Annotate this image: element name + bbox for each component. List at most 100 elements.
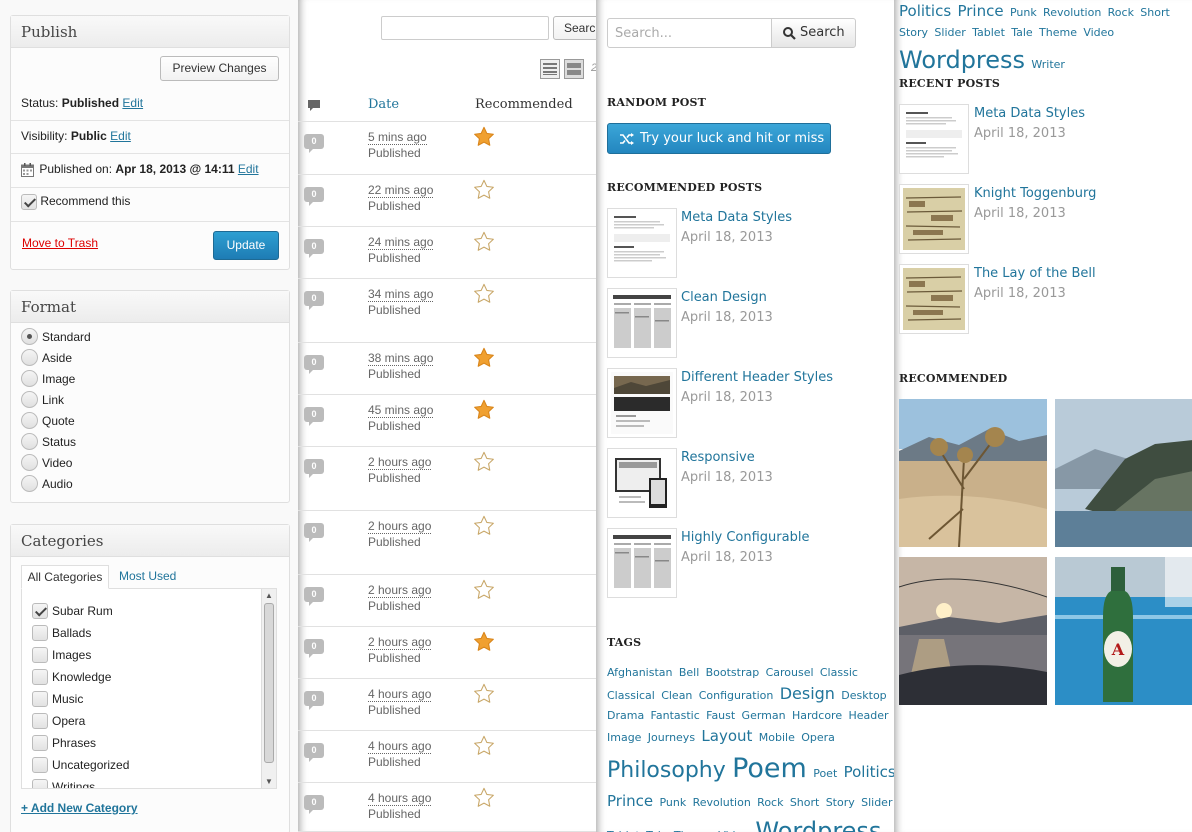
recommended-post-thumbnail[interactable] (607, 528, 677, 598)
comment-count-icon[interactable]: 0 (304, 523, 324, 542)
recommended-post-title[interactable]: Meta Data Styles (681, 210, 792, 225)
visibility-edit-link[interactable]: Edit (110, 129, 131, 143)
tab-all-categories[interactable]: All Categories (21, 565, 109, 589)
tag-link[interactable]: Poem (732, 753, 807, 784)
format-radio[interactable] (21, 328, 38, 346)
tag-link[interactable]: Bootstrap (706, 666, 760, 679)
tag-link[interactable]: Wordpress (755, 817, 881, 832)
comment-count-icon[interactable]: 0 (304, 691, 324, 710)
category-item[interactable]: Writings (32, 777, 95, 788)
category-item[interactable]: Music (32, 689, 83, 709)
tag-link[interactable]: Tale (1011, 26, 1032, 39)
format-option-image[interactable]: Image (21, 369, 75, 389)
tag-link[interactable]: Mobile (759, 731, 795, 744)
tag-link[interactable]: Politics (844, 763, 894, 781)
category-checkbox[interactable] (32, 646, 48, 663)
recent-post-title[interactable]: Knight Toggenburg (974, 186, 1096, 201)
tag-link[interactable]: Tablet (972, 26, 1005, 39)
recommended-photo-bottle[interactable]: A (1055, 557, 1192, 705)
recommended-photo-coast[interactable] (1055, 399, 1192, 547)
tag-link[interactable]: Design (780, 684, 835, 703)
star-empty-icon[interactable] (473, 179, 497, 203)
category-checkbox[interactable] (32, 602, 48, 619)
comment-count-icon[interactable]: 0 (304, 187, 324, 206)
star-empty-icon[interactable] (473, 515, 497, 539)
format-radio[interactable] (21, 454, 38, 472)
star-filled-icon[interactable] (473, 347, 497, 371)
category-item[interactable]: Knowledge (32, 667, 111, 687)
date-column-header[interactable]: Date (368, 97, 399, 112)
published-on-edit-link[interactable]: Edit (238, 162, 259, 176)
recommended-post-title[interactable]: Responsive (681, 450, 755, 465)
tag-link[interactable]: Carousel (766, 666, 814, 679)
format-radio[interactable] (21, 412, 38, 430)
star-filled-icon[interactable] (473, 399, 497, 423)
tag-link[interactable]: Afghanistan (607, 666, 672, 679)
widget-search-button[interactable]: Search (771, 18, 856, 48)
tag-link[interactable]: Image (607, 731, 641, 744)
checklist-scrollbar[interactable]: ▲ ▼ (261, 589, 276, 788)
tag-link[interactable]: Rock (757, 796, 783, 809)
tag-link[interactable]: Journeys (648, 731, 695, 744)
recommended-post-title[interactable]: Clean Design (681, 290, 767, 305)
star-empty-icon[interactable] (473, 735, 497, 759)
random-post-button[interactable]: Try your luck and hit or miss (607, 123, 831, 154)
tag-link[interactable]: Writer (1031, 58, 1065, 71)
comment-count-icon[interactable]: 0 (304, 743, 324, 762)
recommended-post-thumbnail[interactable] (607, 288, 677, 358)
format-radio[interactable] (21, 475, 38, 493)
format-option-quote[interactable]: Quote (21, 411, 75, 431)
category-item[interactable]: Opera (32, 711, 85, 731)
comment-count-icon[interactable]: 0 (304, 459, 324, 478)
category-checkbox[interactable] (32, 734, 48, 751)
category-checkbox[interactable] (32, 778, 48, 788)
recommended-post-title[interactable]: Highly Configurable (681, 530, 809, 545)
tag-link[interactable]: Rock (1108, 6, 1134, 19)
star-empty-icon[interactable] (473, 579, 497, 603)
category-item[interactable]: Uncategorized (32, 755, 129, 775)
update-button[interactable]: Update (213, 231, 279, 260)
tag-link[interactable]: German (742, 709, 786, 722)
format-radio[interactable] (21, 433, 38, 451)
format-option-status[interactable]: Status (21, 432, 76, 452)
tag-link[interactable]: Configuration (699, 689, 774, 702)
comment-count-icon[interactable]: 0 (304, 355, 324, 374)
tag-link[interactable]: Wordpress (899, 46, 1025, 74)
star-empty-icon[interactable] (473, 683, 497, 707)
star-filled-icon[interactable] (473, 126, 497, 150)
tag-link[interactable]: Drama (607, 709, 644, 722)
comment-count-icon[interactable]: 0 (304, 239, 324, 258)
star-filled-icon[interactable] (473, 631, 497, 655)
format-option-video[interactable]: Video (21, 453, 72, 473)
recommended-post-thumbnail[interactable] (607, 368, 677, 438)
comment-count-icon[interactable]: 0 (304, 639, 324, 658)
recommended-photo-thistle[interactable] (899, 399, 1047, 547)
comment-count-icon[interactable]: 0 (304, 134, 324, 153)
category-checkbox[interactable] (32, 712, 48, 729)
tag-link[interactable]: Philosophy (607, 758, 726, 783)
tag-link[interactable]: Story (826, 796, 855, 809)
recent-post-title[interactable]: Meta Data Styles (974, 106, 1085, 121)
tag-link[interactable]: Clean (661, 689, 692, 702)
category-item[interactable]: Ballads (32, 623, 91, 643)
category-checkbox[interactable] (32, 624, 48, 641)
recommended-post-thumbnail[interactable] (607, 448, 677, 518)
comment-count-icon[interactable]: 0 (304, 795, 324, 814)
tag-link[interactable]: Desktop (841, 689, 886, 702)
tag-link[interactable]: Opera (801, 731, 835, 744)
recommended-post-title[interactable]: Different Header Styles (681, 370, 833, 385)
tag-link[interactable]: Revolution (1043, 6, 1101, 19)
status-edit-link[interactable]: Edit (122, 96, 143, 110)
tag-link[interactable]: Layout (701, 727, 752, 745)
recent-post-title[interactable]: The Lay of the Bell (974, 266, 1096, 281)
move-to-trash-link[interactable]: Move to Trash (22, 236, 98, 250)
format-radio[interactable] (21, 391, 38, 409)
add-new-category-link[interactable]: + Add New Category (21, 801, 138, 815)
format-option-audio[interactable]: Audio (21, 474, 73, 494)
preview-changes-button[interactable]: Preview Changes (160, 56, 279, 81)
tag-link[interactable]: Politics (899, 2, 951, 20)
recent-post-thumbnail[interactable] (899, 184, 969, 254)
category-item[interactable]: Subar Rum (32, 601, 113, 621)
tag-link[interactable]: Classical (607, 689, 655, 702)
star-empty-icon[interactable] (473, 787, 497, 811)
